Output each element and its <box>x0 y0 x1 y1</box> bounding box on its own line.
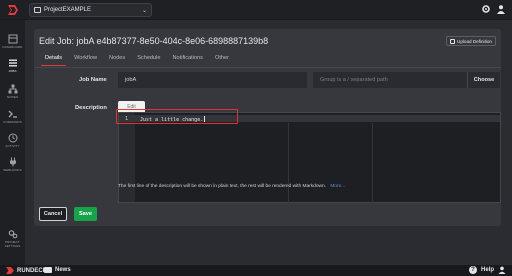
sidebar: DASHBOARD JOBS NODES COMMANDS ACTIVITY W… <box>0 20 25 265</box>
sidebar-item-label: DASHBOARD <box>2 45 23 49</box>
tab-notifications[interactable]: Notifications <box>173 55 203 61</box>
sidebar-item-jobs[interactable]: JOBS <box>0 58 25 73</box>
gear-icon[interactable] <box>481 4 491 14</box>
tab-schedule[interactable]: Schedule <box>137 55 160 61</box>
job-name-input[interactable]: jobA <box>118 72 307 88</box>
dashboard-icon <box>8 34 17 44</box>
editor-column-divider <box>288 123 289 203</box>
bottom-bar: RUNDECK News ? Help <box>0 265 512 276</box>
user-icon[interactable] <box>498 266 506 274</box>
brand[interactable]: RUNDECK <box>6 267 47 274</box>
upload-definition-button[interactable]: Upload Definition <box>446 36 496 46</box>
tab-other[interactable]: Other <box>215 55 229 61</box>
webhooks-icon <box>9 157 16 167</box>
job-name-label: Job Name <box>79 77 107 83</box>
save-button[interactable]: Save <box>74 207 97 221</box>
gear-icon <box>8 230 17 239</box>
sidebar-item-label: SETTINGS <box>4 244 21 248</box>
tab-divider <box>34 67 501 68</box>
brand-name: RUNDECK <box>17 267 47 274</box>
sidebar-item-activity[interactable]: ACTIVITY <box>0 133 25 148</box>
choose-group-button[interactable]: Choose <box>467 72 500 88</box>
editor-column-divider <box>372 123 373 203</box>
news-icon <box>44 267 52 273</box>
jobs-icon <box>8 59 17 67</box>
page-title: Edit Job: jobA e4b87377-8e50-404c-8e06-6… <box>39 36 269 46</box>
activity-icon <box>8 133 17 143</box>
edit-job-panel: Edit Job: jobA e4b87377-8e50-404c-8e06-6… <box>34 29 501 226</box>
commands-icon <box>8 110 17 118</box>
tab-nodes[interactable]: Nodes <box>109 55 125 61</box>
news-link[interactable]: News <box>44 267 71 273</box>
tab-workflow[interactable]: Workflow <box>74 55 97 61</box>
sidebar-item-label: COMMANDS <box>3 120 22 124</box>
help-link[interactable]: Help <box>481 267 494 273</box>
project-select[interactable]: ProjectEXAMPLE ⌄ <box>29 3 152 17</box>
project-name: ProjectEXAMPLE <box>44 7 92 13</box>
upload-definition-label: Upload Definition <box>457 38 492 44</box>
description-editor[interactable]: 1 Just a little change. <box>118 112 501 203</box>
chevron-down-icon: ⌄ <box>141 7 147 14</box>
sidebar-item-project-settings[interactable]: PROJECT SETTINGS <box>0 229 25 248</box>
sidebar-item-label: JOBS <box>8 69 17 73</box>
top-bar: ProjectEXAMPLE ⌄ <box>0 0 512 20</box>
group-input[interactable]: Group is a / separated path <box>313 72 467 88</box>
sidebar-item-label: ACTIVITY <box>5 144 20 148</box>
rundeck-logo-icon <box>6 267 14 274</box>
job-tabs: Details Workflow Nodes Schedule Notifica… <box>40 55 241 66</box>
highlight-box <box>116 109 238 124</box>
sidebar-item-label: NODES <box>6 95 19 99</box>
briefcase-icon <box>34 7 41 13</box>
help-icon: ? <box>468 266 477 274</box>
sidebar-item-dashboard[interactable]: DASHBOARD <box>0 34 25 49</box>
description-label: Description <box>75 105 107 111</box>
upload-icon <box>450 38 455 44</box>
nodes-icon <box>8 84 17 94</box>
news-label: News <box>55 267 71 273</box>
cancel-button[interactable]: Cancel <box>39 207 67 221</box>
sidebar-item-webhooks[interactable]: WEBHOOKS <box>0 157 25 172</box>
sidebar-item-commands[interactable]: COMMANDS <box>0 109 25 124</box>
sidebar-item-nodes[interactable]: NODES <box>0 84 25 99</box>
description-help: The first line of the description will b… <box>118 184 345 189</box>
rundeck-logo-icon[interactable] <box>6 3 20 17</box>
tab-details[interactable]: Details <box>40 55 67 66</box>
sidebar-item-label: WEBHOOKS <box>3 168 22 172</box>
user-icon[interactable] <box>496 4 506 14</box>
help-text: The first line of the description will b… <box>118 184 326 189</box>
more-link[interactable]: More... <box>330 184 345 189</box>
